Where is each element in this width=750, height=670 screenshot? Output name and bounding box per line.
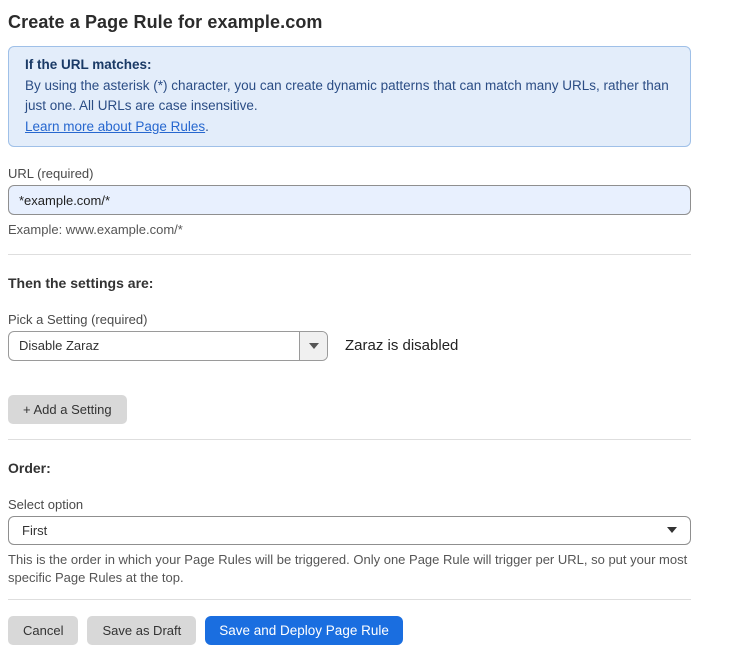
page-title: Create a Page Rule for example.com	[8, 12, 691, 33]
add-setting-button[interactable]: + Add a Setting	[8, 395, 127, 424]
url-match-info-box: If the URL matches: By using the asteris…	[8, 46, 691, 147]
divider	[8, 439, 691, 440]
settings-section-heading: Then the settings are:	[8, 275, 691, 292]
form-actions: Cancel Save as Draft Save and Deploy Pag…	[8, 616, 691, 645]
order-select-value: First	[22, 523, 47, 538]
order-help-text: This is the order in which your Page Rul…	[8, 551, 688, 588]
setting-row: Disable Zaraz Zaraz is disabled	[8, 331, 691, 361]
pick-setting-label: Pick a Setting (required)	[8, 312, 691, 327]
setting-status-text: Zaraz is disabled	[345, 337, 458, 354]
cancel-button[interactable]: Cancel	[8, 616, 78, 645]
learn-more-link[interactable]: Learn more about Page Rules	[25, 119, 205, 134]
info-box-link-line: Learn more about Page Rules.	[25, 117, 674, 138]
url-example-text: Example: www.example.com/*	[8, 221, 691, 240]
url-input[interactable]	[8, 185, 691, 215]
order-select[interactable]: First	[8, 516, 691, 545]
link-period: .	[205, 119, 209, 134]
divider	[8, 599, 691, 600]
info-box-heading: If the URL matches:	[25, 55, 674, 76]
page-rule-form: Create a Page Rule for example.com If th…	[0, 0, 691, 645]
caret-down-icon	[309, 343, 319, 349]
setting-select-value: Disable Zaraz	[9, 332, 299, 360]
url-field-label: URL (required)	[8, 166, 691, 181]
setting-select[interactable]: Disable Zaraz	[8, 331, 328, 361]
caret-down-icon	[667, 527, 677, 533]
divider	[8, 254, 691, 255]
setting-select-dropdown-button[interactable]	[299, 332, 327, 360]
info-box-body: By using the asterisk (*) character, you…	[25, 76, 674, 117]
order-select-label: Select option	[8, 497, 691, 512]
save-and-deploy-button[interactable]: Save and Deploy Page Rule	[205, 616, 403, 645]
order-section-heading: Order:	[8, 460, 691, 477]
save-as-draft-button[interactable]: Save as Draft	[87, 616, 196, 645]
